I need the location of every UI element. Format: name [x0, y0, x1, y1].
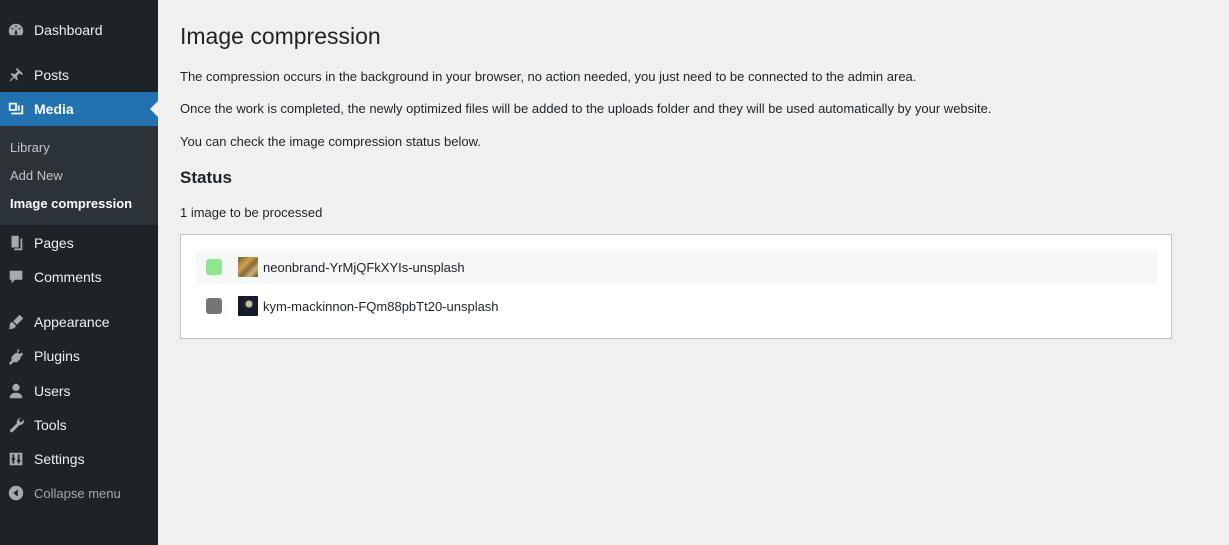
- menu-plugins[interactable]: Plugins: [0, 339, 158, 373]
- collapse-icon: [6, 483, 26, 503]
- submenu-library[interactable]: Library: [10, 140, 50, 155]
- menu-dashboard[interactable]: Dashboard: [0, 13, 158, 47]
- status-indicator: [206, 259, 222, 275]
- status-indicator: [206, 298, 222, 314]
- menu-settings[interactable]: Settings: [0, 442, 158, 476]
- pages-icon: [6, 233, 26, 253]
- status-heading: Status: [180, 168, 232, 187]
- image-filename: neonbrand-YrMjQFkXYIs-unsplash: [263, 259, 465, 275]
- wrench-icon: [6, 415, 26, 435]
- intro-paragraph-1: The compression occurs in the background…: [180, 69, 917, 84]
- dashboard-icon: [6, 20, 26, 40]
- status-count: 1 image to be processed: [180, 205, 323, 220]
- menu-label: Settings: [34, 451, 85, 467]
- media-icon: [6, 99, 26, 119]
- menu-label: Posts: [34, 67, 70, 83]
- image-row: kym-mackinnon-FQm88pbTt20-unsplash: [196, 289, 1157, 323]
- submenu-add-new[interactable]: Add New: [10, 168, 63, 183]
- image-thumbnail: [238, 257, 258, 277]
- menu-comments[interactable]: Comments: [0, 260, 158, 294]
- submenu-image-compression[interactable]: Image compression: [10, 196, 132, 211]
- menu-appearance[interactable]: Appearance: [0, 305, 158, 339]
- menu-label: Pages: [34, 235, 74, 251]
- image-filename: kym-mackinnon-FQm88pbTt20-unsplash: [263, 298, 499, 314]
- menu-media[interactable]: Media: [0, 92, 158, 126]
- menu-label: Tools: [34, 417, 67, 433]
- intro-paragraph-2: Once the work is completed, the newly op…: [180, 101, 992, 116]
- admin-sidebar: Dashboard Posts Media Library Add New Im…: [0, 0, 158, 545]
- plugin-icon: [6, 346, 26, 366]
- image-status-list: neonbrand-YrMjQFkXYIs-unsplash kym-macki…: [180, 234, 1172, 339]
- menu-label: Users: [34, 383, 71, 399]
- menu-label: Plugins: [34, 348, 80, 364]
- menu-users[interactable]: Users: [0, 374, 158, 408]
- settings-icon: [6, 449, 26, 469]
- user-icon: [6, 381, 26, 401]
- media-submenu: Library Add New Image compression: [0, 126, 158, 225]
- menu-label: Appearance: [34, 314, 110, 330]
- intro-paragraph-3: You can check the image compression stat…: [180, 134, 481, 149]
- menu-pages[interactable]: Pages: [0, 226, 158, 260]
- menu-label: Comments: [34, 269, 102, 285]
- image-row: neonbrand-YrMjQFkXYIs-unsplash: [196, 250, 1157, 284]
- menu-tools[interactable]: Tools: [0, 408, 158, 442]
- menu-label: Dashboard: [34, 22, 103, 38]
- collapse-menu-button[interactable]: Collapse menu: [0, 482, 158, 504]
- page-title: Image compression: [180, 23, 381, 49]
- menu-posts[interactable]: Posts: [0, 58, 158, 92]
- brush-icon: [6, 312, 26, 332]
- pin-icon: [6, 65, 26, 85]
- menu-label: Media: [34, 101, 74, 117]
- comment-icon: [6, 267, 26, 287]
- collapse-menu-label: Collapse menu: [34, 485, 121, 501]
- image-thumbnail: [238, 296, 258, 316]
